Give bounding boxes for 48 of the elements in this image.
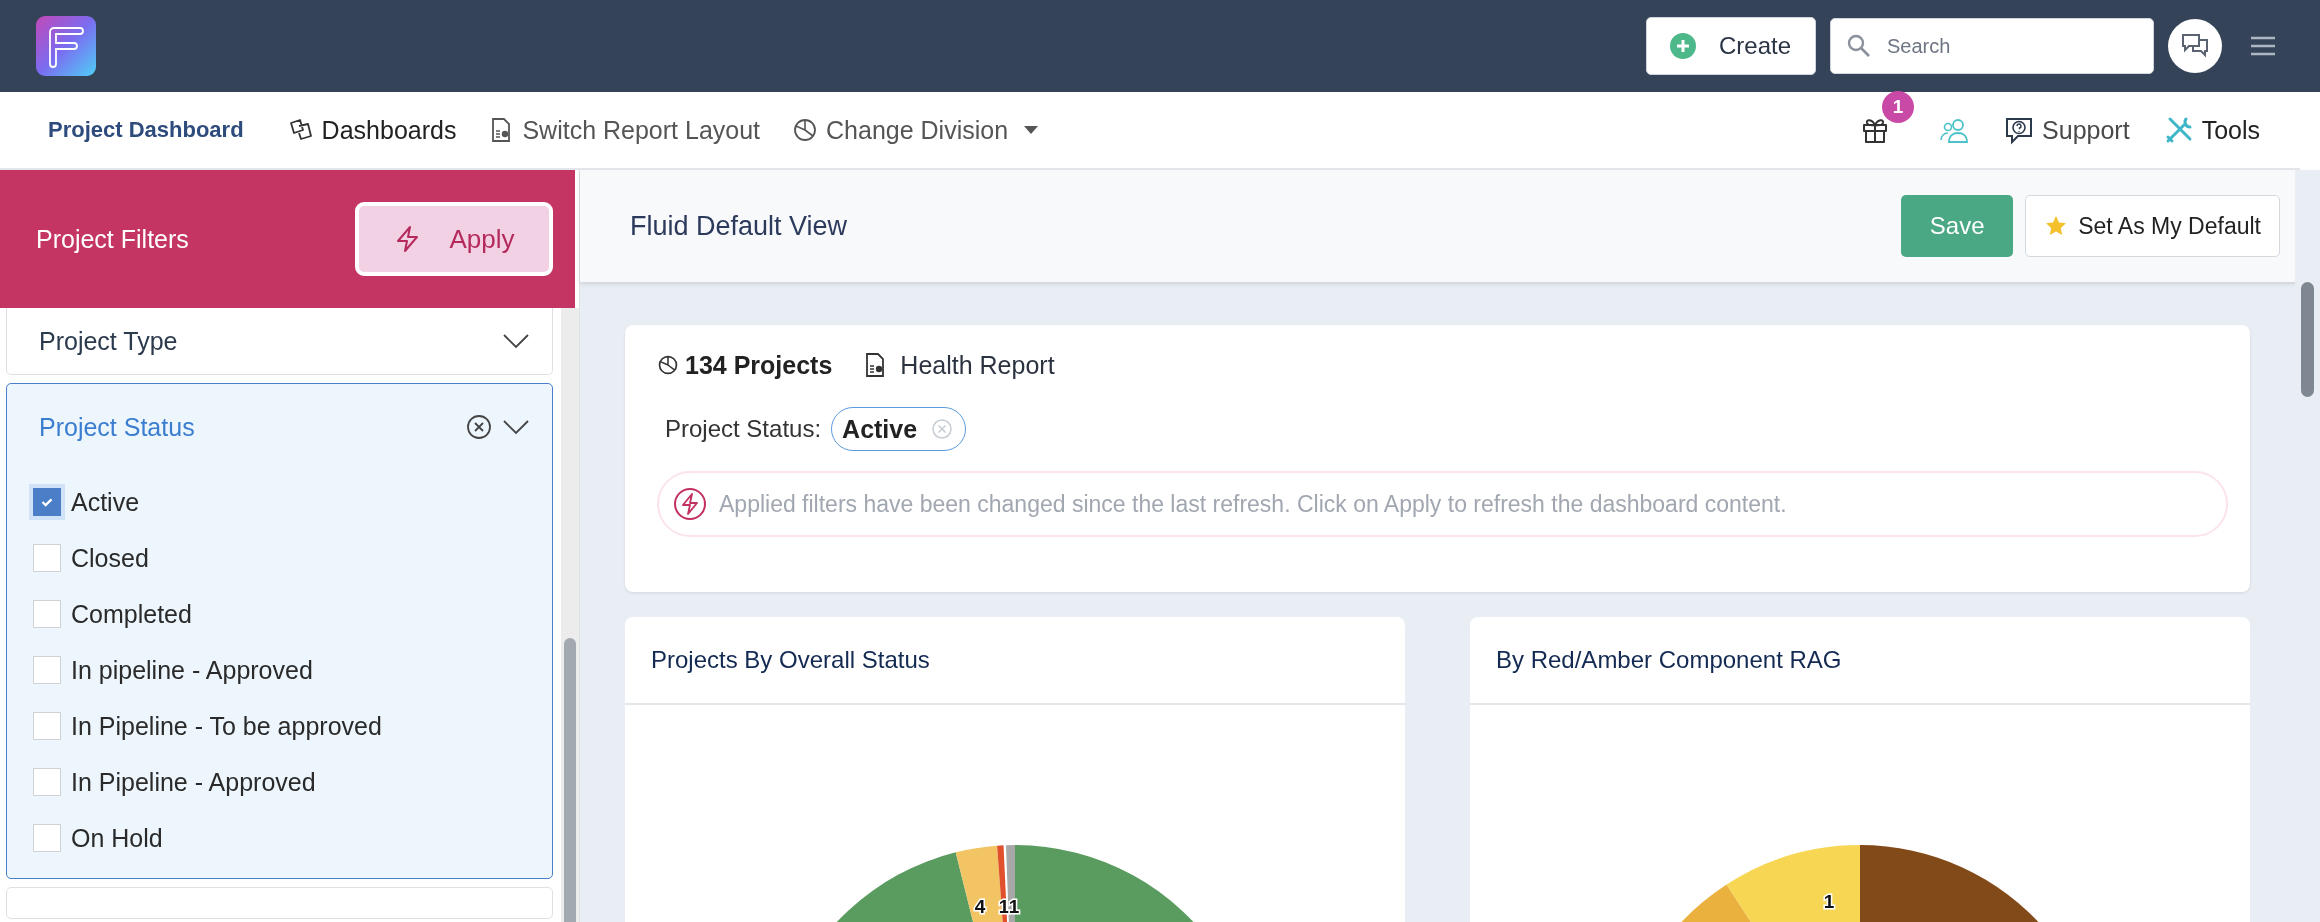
nav-link[interactable]: Switch Report Layout [488, 115, 761, 145]
option-label: In Pipeline - Approved [71, 767, 316, 797]
report-name: Health Report [900, 350, 1055, 380]
menu-icon[interactable] [2250, 35, 2276, 57]
option-label: In pipeline - Approved [71, 655, 313, 685]
filter-title[interactable]: Project Status [39, 412, 456, 442]
view-title: Fluid Default View [630, 210, 848, 242]
nav-link[interactable]: Tools [2163, 115, 2260, 145]
pie-chart-icon [657, 354, 679, 376]
set-default-button[interactable]: Set As My Default [2025, 195, 2280, 257]
caret-down-icon [1024, 126, 1039, 134]
page-title[interactable]: Project Dashboard [48, 117, 244, 143]
search-field[interactable]: Search [1830, 18, 2154, 74]
chat-button[interactable] [2168, 19, 2222, 73]
scrollbar-thumb[interactable] [2301, 282, 2314, 397]
plus-circle-icon [1669, 32, 1697, 60]
slice-label: 1 [1823, 891, 1835, 912]
project-count: 134 Projects [685, 350, 833, 380]
option-label: Active [71, 487, 140, 517]
notice-text: Applied filters have been changed since the last refresh. Click on Apply to refresh the dashboard content. [719, 490, 1787, 518]
help-bubble-icon [2004, 115, 2035, 145]
app-logo-icon[interactable] [36, 16, 96, 76]
notification-badge: 1 [1882, 91, 1915, 123]
pages-icon [287, 117, 314, 143]
create-button[interactable]: Create [1646, 17, 1816, 75]
filter-title[interactable]: Project Type [39, 326, 492, 356]
remove-icon[interactable] [931, 418, 954, 440]
slice-label: 1 [1008, 896, 1020, 917]
chevron-down-icon[interactable] [502, 419, 530, 435]
option-label: Closed [71, 543, 149, 573]
scrollbar-thumb[interactable] [564, 638, 576, 922]
option-label: Completed [71, 599, 192, 629]
nav-link[interactable]: Support [2004, 115, 2130, 145]
slice-label: 4 [974, 896, 986, 917]
clear-icon[interactable] [466, 414, 492, 440]
chart-title: By Red/Amber Component RAG [1496, 646, 1842, 674]
nav-link[interactable]: Dashboards [287, 115, 457, 145]
lightning-icon [673, 487, 707, 521]
apply-button[interactable]: Apply [355, 202, 553, 276]
option-label: In Pipeline - To be approved [71, 711, 382, 741]
option-label: On Hold [71, 823, 163, 853]
nav-link[interactable]: Change Division [792, 115, 1039, 145]
filters-title: Project Filters [36, 224, 189, 254]
pie-chart-icon [792, 117, 819, 143]
filter-label: Project Status: [665, 415, 822, 443]
star-icon [2044, 214, 2069, 238]
chart-title: Projects By Overall Status [651, 646, 930, 674]
chevron-down-icon[interactable] [502, 333, 530, 349]
